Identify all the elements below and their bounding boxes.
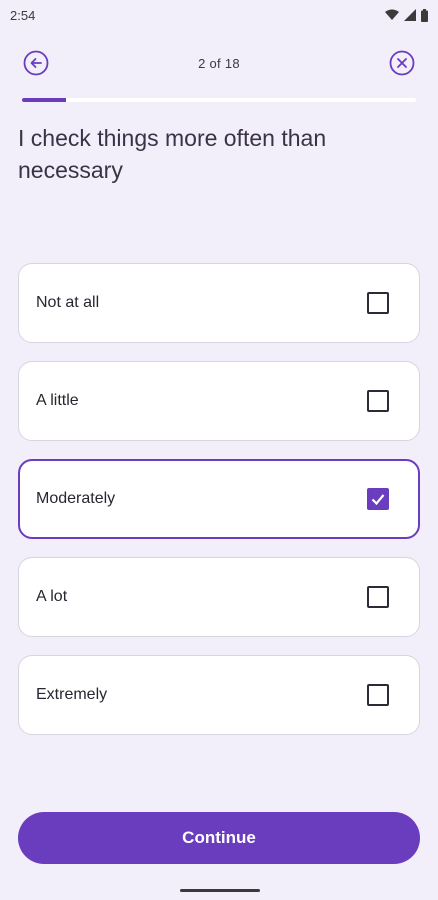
option-label: Moderately [36, 490, 116, 507]
option-label: A little [36, 392, 79, 409]
progress-bar [22, 98, 416, 102]
close-circle-icon [389, 50, 415, 81]
option-not-at-all[interactable]: Not at all [18, 263, 420, 343]
checkmark-icon [371, 494, 385, 506]
checkbox[interactable] [367, 684, 389, 706]
option-label: Not at all [36, 294, 100, 311]
checkbox[interactable] [367, 292, 389, 314]
checkbox[interactable] [367, 586, 389, 608]
option-a-lot[interactable]: A lot [18, 557, 420, 637]
status-bar: 2:54 [0, 0, 438, 30]
wifi-icon [385, 9, 399, 21]
home-indicator[interactable] [180, 889, 260, 892]
step-counter: 2 of 18 [198, 56, 240, 71]
option-extremely[interactable]: Extremely [18, 655, 420, 735]
option-moderately[interactable]: Moderately [18, 459, 420, 539]
status-time: 2:54 [10, 7, 36, 23]
checkbox[interactable] [367, 390, 389, 412]
signal-icon [404, 9, 416, 21]
option-label: A lot [36, 588, 68, 605]
question-text: I check things more often than necessary [18, 125, 327, 183]
top-bar: 2 of 18 [0, 44, 438, 84]
option-a-little[interactable]: A little [18, 361, 420, 441]
option-label: Extremely [36, 686, 108, 703]
battery-icon [421, 8, 428, 22]
checkbox[interactable] [367, 488, 389, 510]
continue-button[interactable]: Continue [18, 812, 420, 864]
progress-bar-fill [22, 98, 66, 102]
close-button[interactable] [388, 50, 416, 81]
status-icons [385, 8, 428, 22]
answer-options: Not at all A little Moderately A lot Ext… [18, 263, 420, 753]
